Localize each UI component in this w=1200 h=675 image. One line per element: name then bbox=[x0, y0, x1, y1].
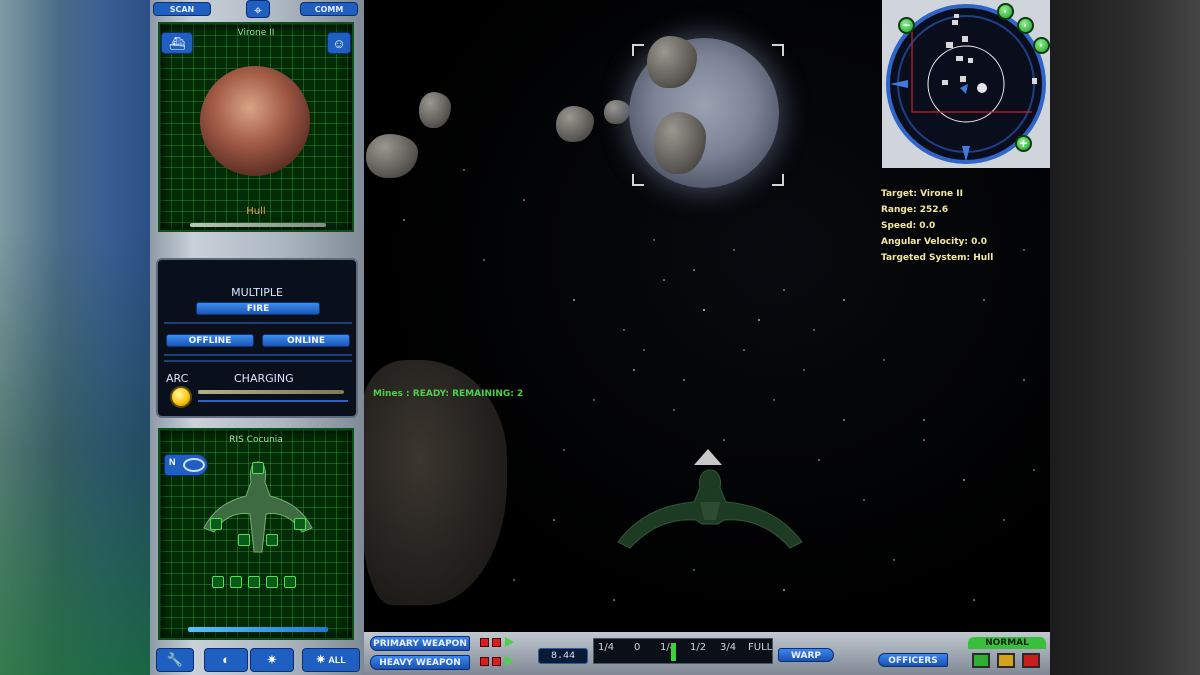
arc-charge-bar bbox=[198, 390, 344, 394]
radiation-icon bbox=[238, 534, 250, 546]
engine-right-icon bbox=[294, 518, 306, 530]
target-bracket bbox=[632, 174, 644, 186]
right-letterbox bbox=[1050, 0, 1200, 675]
target-info-panel: Target: Virone II Range: 252.6 Speed: 0.… bbox=[881, 186, 993, 266]
offline-button[interactable]: OFFLINE bbox=[166, 334, 254, 347]
target-info-speed: Speed: 0.0 bbox=[881, 221, 936, 231]
primary-weapon-status-light bbox=[492, 638, 501, 647]
primary-weapon-button[interactable]: PRIMARY WEAPON bbox=[370, 636, 470, 651]
weapons-control-block: MULTIPLE FIRE OFFLINE ONLINE ARC CHARGIN… bbox=[156, 258, 358, 418]
nav-indicator-letter: N bbox=[169, 457, 176, 467]
throttle-mark: 1/2 bbox=[690, 642, 707, 653]
own-ship-name: RIS Cocunia bbox=[229, 435, 283, 445]
online-button[interactable]: ONLINE bbox=[262, 334, 350, 347]
sensor-node-icon bbox=[252, 462, 264, 474]
warp-button[interactable]: WARP bbox=[778, 648, 834, 662]
crew-icon[interactable]: ☺ bbox=[327, 32, 351, 54]
target-hull-bar bbox=[190, 223, 326, 227]
system-icon bbox=[266, 576, 278, 588]
primary-weapon-status-light bbox=[480, 638, 489, 647]
ship-icon[interactable]: ⛴ bbox=[161, 32, 193, 54]
target-info-range: Range: 252.6 bbox=[881, 205, 949, 215]
heavy-weapon-status-light bbox=[480, 657, 489, 666]
radar-icon[interactable]: ◐ bbox=[204, 648, 248, 672]
target-info-target: Target: Virone II bbox=[881, 189, 963, 199]
divider bbox=[198, 400, 348, 402]
shield-icon bbox=[266, 534, 278, 546]
fire-all-label: ALL bbox=[328, 655, 346, 665]
burst-icon[interactable]: ✷ bbox=[250, 648, 294, 672]
throttle-mark: FULL bbox=[748, 642, 773, 653]
throttle-slider[interactable]: 1/4 0 1/4 1/2 3/4 FULL bbox=[593, 638, 773, 664]
target-bracket bbox=[632, 44, 644, 56]
target-subsystem: Hull bbox=[246, 206, 266, 217]
player-ship bbox=[617, 469, 803, 549]
system-icon bbox=[284, 576, 296, 588]
system-icon bbox=[248, 576, 260, 588]
primary-weapon-ready-icon bbox=[505, 637, 514, 647]
left-letterbox bbox=[0, 0, 150, 675]
fire-mode-label: MULTIPLE bbox=[231, 286, 283, 299]
minimap-mode-button[interactable]: · bbox=[997, 3, 1014, 20]
minimap-mode-button[interactable]: · bbox=[1017, 17, 1034, 34]
arc-status: CHARGING bbox=[234, 372, 294, 385]
alert-level-badge: NORMAL bbox=[968, 637, 1046, 649]
heavy-weapon-status-light bbox=[492, 657, 501, 666]
fire-button[interactable]: FIRE bbox=[196, 302, 320, 315]
crosshair-icon[interactable]: ⌖ bbox=[246, 0, 270, 18]
zoom-out-button[interactable]: − bbox=[898, 17, 915, 34]
minimap-mode-button[interactable]: · bbox=[1033, 37, 1050, 54]
divider bbox=[164, 360, 352, 362]
arc-label: ARC bbox=[166, 372, 189, 385]
scan-tab[interactable]: SCAN bbox=[153, 2, 211, 16]
throttle-mark: 1/4 bbox=[598, 642, 615, 653]
red-alert-button[interactable] bbox=[1022, 653, 1040, 668]
speed-readout: 8.44 bbox=[538, 648, 588, 664]
throttle-mark: 3/4 bbox=[720, 642, 737, 653]
target-info-angular-velocity: Angular Velocity: 0.0 bbox=[881, 237, 988, 247]
wrench-icon[interactable]: 🔧 bbox=[156, 648, 194, 672]
system-icon bbox=[212, 576, 224, 588]
heavy-weapon-button[interactable]: HEAVY WEAPON bbox=[370, 655, 470, 670]
arc-indicator-light bbox=[170, 386, 192, 408]
divider bbox=[164, 354, 352, 356]
throttle-mark: 0 bbox=[634, 642, 641, 653]
green-alert-button[interactable] bbox=[972, 653, 990, 668]
burst-small-icon: ✷ bbox=[316, 654, 329, 666]
system-icon bbox=[230, 576, 242, 588]
zoom-in-button[interactable]: + bbox=[1015, 135, 1032, 152]
heavy-weapon-ready-icon bbox=[505, 656, 514, 666]
own-ship-screen: RIS Cocunia N bbox=[158, 428, 354, 640]
comm-tab[interactable]: COMM bbox=[300, 2, 358, 16]
target-planet-view bbox=[200, 66, 310, 176]
mines-status: Mines : READY: REMAINING: 2 bbox=[373, 389, 524, 399]
yellow-alert-button[interactable] bbox=[997, 653, 1015, 668]
officers-button[interactable]: OFFICERS bbox=[878, 653, 948, 667]
target-bracket bbox=[772, 44, 784, 56]
engine-left-icon bbox=[210, 518, 222, 530]
divider bbox=[164, 322, 352, 324]
target-info-system: Targeted System: Hull bbox=[881, 253, 994, 263]
throttle-needle[interactable] bbox=[670, 643, 676, 661]
target-bracket bbox=[772, 174, 784, 186]
fire-all-button[interactable]: ✷ ALL bbox=[302, 648, 360, 672]
own-shield-bar bbox=[188, 627, 328, 632]
